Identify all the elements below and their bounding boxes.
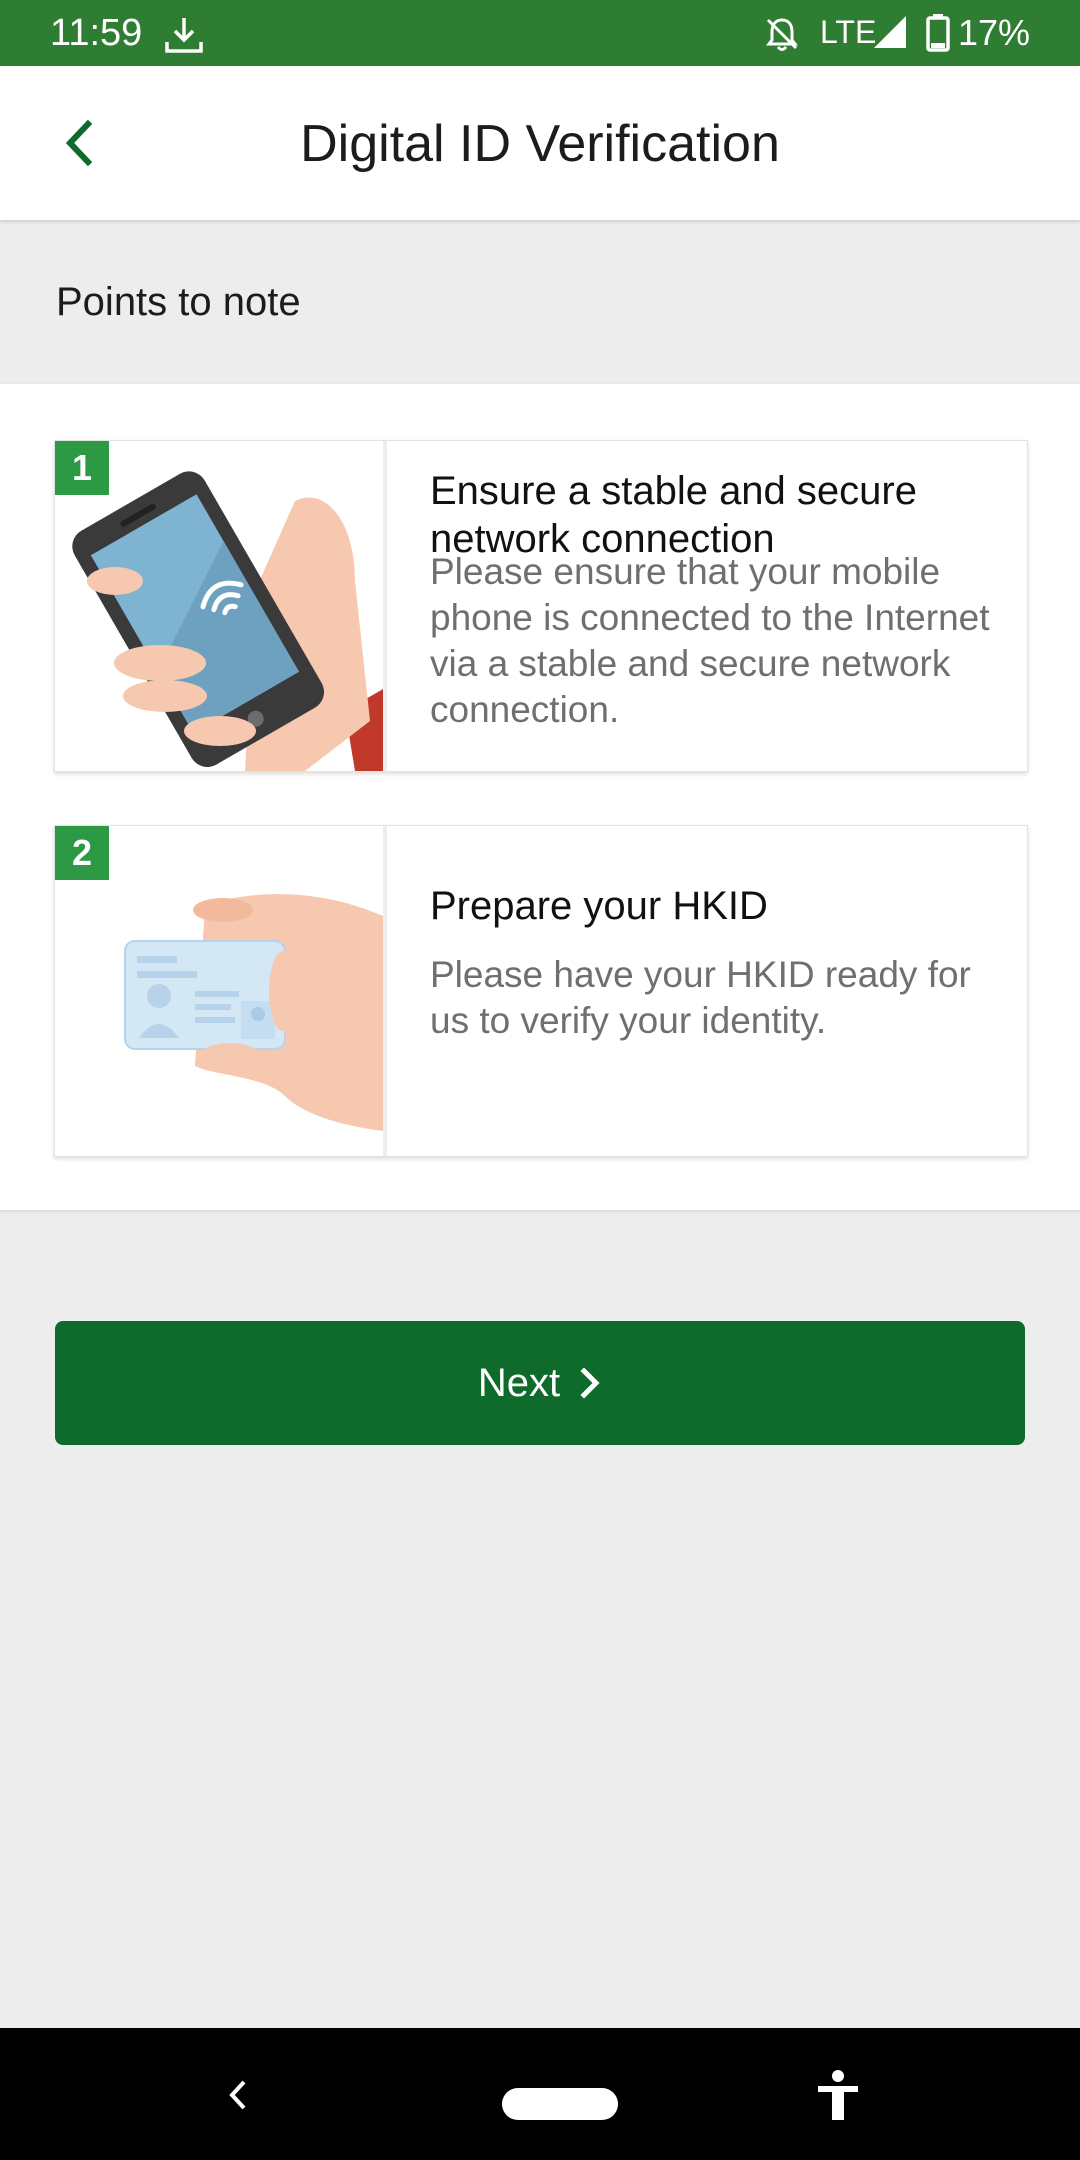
page-title: Digital ID Verification bbox=[300, 115, 780, 173]
app-bar: Digital ID Verification bbox=[0, 66, 1080, 220]
step-number-badge: 1 bbox=[55, 441, 109, 495]
card-body: Please ensure that your mobile phone is … bbox=[430, 551, 990, 730]
bell-off-icon bbox=[766, 18, 798, 51]
section-label: Points to note bbox=[56, 280, 301, 324]
nav-home-pill[interactable] bbox=[502, 2088, 618, 2120]
note-card-network: 1 Ensure a stable and secure network con… bbox=[54, 440, 1028, 772]
system-nav-bar bbox=[0, 2028, 1080, 2160]
card-title: Prepare your HKID bbox=[430, 884, 768, 928]
signal-icon bbox=[874, 16, 906, 48]
network-type: LTE bbox=[820, 14, 877, 50]
accessibility-icon[interactable] bbox=[816, 2068, 860, 2122]
status-time: 11:59 bbox=[50, 12, 143, 54]
step-number-badge: 2 bbox=[55, 826, 109, 880]
points-panel: 1 Ensure a stable and secure network con… bbox=[0, 384, 1080, 1210]
card-body: Please have your HKID ready for us to ve… bbox=[430, 954, 971, 1041]
download-icon bbox=[165, 18, 203, 53]
battery-percentage: 17% bbox=[958, 12, 1031, 53]
chevron-right-icon bbox=[580, 1367, 600, 1399]
next-button[interactable]: Next bbox=[55, 1321, 1025, 1445]
nav-back-icon[interactable] bbox=[226, 2076, 250, 2114]
next-button-label: Next bbox=[477, 1360, 561, 1405]
battery-icon bbox=[926, 14, 950, 52]
note-card-hkid: 2 Prepare your HKID Please have your HKI… bbox=[54, 825, 1028, 1157]
status-bar: 11:59 LTE 17% bbox=[0, 0, 1080, 66]
